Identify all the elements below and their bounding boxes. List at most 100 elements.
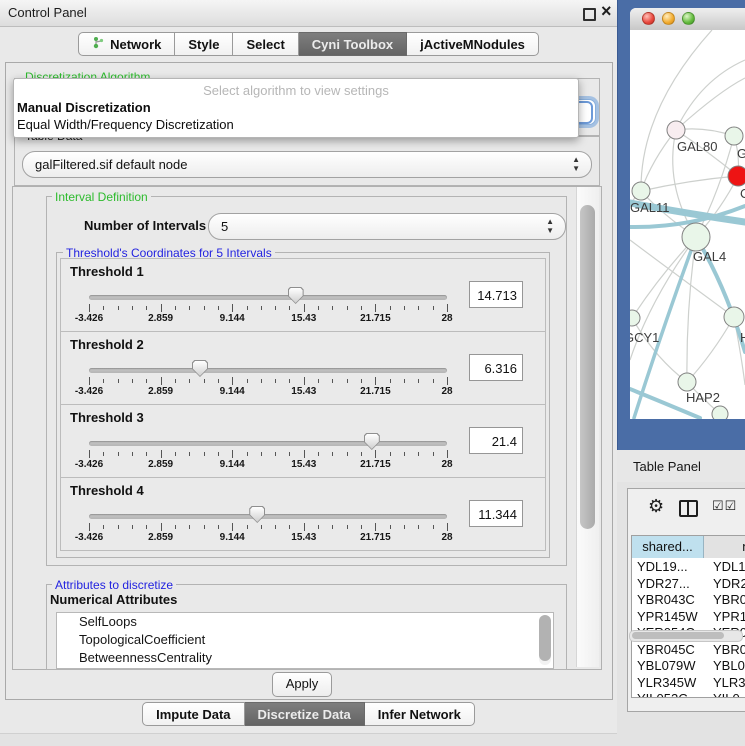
- tick-mark: [304, 377, 305, 385]
- network-window: GAL80GCGAL11GAL4GCY1HHAP2: [630, 8, 745, 419]
- tick-mark: [146, 525, 147, 529]
- tick-mark: [375, 450, 376, 458]
- table-data-combobox[interactable]: galFiltered.sif default node ▲▼: [22, 151, 592, 178]
- network-node[interactable]: [667, 121, 685, 139]
- tick-label: 28: [441, 386, 452, 397]
- tick-label: 28: [441, 532, 452, 543]
- top-tab-bar: NetworkStyleSelectCyni ToolboxjActiveMNo…: [0, 32, 617, 56]
- table-row[interactable]: YPR145WYPR1: [632, 608, 745, 625]
- table-row[interactable]: YBL079WYBL0: [632, 657, 745, 674]
- vertical-scrollbar[interactable]: [576, 187, 599, 667]
- network-node[interactable]: [724, 307, 744, 327]
- network-canvas[interactable]: GAL80GCGAL11GAL4GCY1HHAP2: [630, 30, 745, 419]
- network-edge[interactable]: [676, 60, 745, 130]
- threshold-panel: Threshold 3 -3.4262.8599.14415.4321.7152…: [60, 404, 546, 478]
- threshold-slider-track[interactable]: [89, 368, 447, 373]
- threshold-value-field[interactable]: 6.316: [469, 354, 523, 381]
- tab-jactivemnodules[interactable]: jActiveMNodules: [407, 32, 539, 56]
- float-window-icon[interactable]: [583, 8, 596, 21]
- attribute-item[interactable]: BetweennessCentrality: [57, 649, 553, 667]
- tick-mark: [218, 306, 219, 310]
- tick-mark: [118, 379, 119, 383]
- dropdown-hint: Select algorithm to view settings: [14, 83, 578, 98]
- tab-style[interactable]: Style: [175, 32, 233, 56]
- dropdown-option-equal-width[interactable]: Equal Width/Frequency Discretization: [17, 117, 575, 134]
- table-row[interactable]: YBR043CYBR0: [632, 591, 745, 608]
- tick-mark: [232, 377, 233, 385]
- tick-mark: [218, 525, 219, 529]
- threshold-slider-thumb[interactable]: [192, 360, 208, 377]
- numerical-attributes-list[interactable]: SelfLoopsTopologicalCoefficientBetweenne…: [56, 612, 554, 669]
- threshold-slider-thumb[interactable]: [288, 287, 304, 304]
- tick-mark: [332, 379, 333, 383]
- tab-infer-network[interactable]: Infer Network: [365, 702, 475, 726]
- table-row[interactable]: YBR045CYBR0: [632, 641, 745, 658]
- close-icon[interactable]: ×: [601, 1, 612, 22]
- zoom-traffic-light[interactable]: [682, 12, 695, 25]
- network-node[interactable]: [725, 127, 743, 145]
- columns-icon[interactable]: [679, 500, 698, 517]
- column-header-shared-name[interactable]: shared...: [632, 536, 704, 558]
- tab-select[interactable]: Select: [233, 32, 298, 56]
- dropdown-option-manual[interactable]: Manual Discretization: [17, 100, 575, 117]
- network-node[interactable]: [728, 166, 745, 186]
- number-of-intervals-combobox[interactable]: 5 ▲▼: [208, 213, 566, 240]
- threshold-value-field[interactable]: 21.4: [469, 427, 523, 454]
- network-node[interactable]: [632, 182, 650, 200]
- network-edge[interactable]: [687, 317, 734, 382]
- table-row[interactable]: YLR345WYLR3: [632, 674, 745, 691]
- threshold-slider-track[interactable]: [89, 295, 447, 300]
- table-row[interactable]: YDR27...YDR2: [632, 575, 745, 592]
- threshold-value-field[interactable]: 14.713: [469, 281, 523, 308]
- list-scrollbar[interactable]: [539, 615, 551, 665]
- close-traffic-light[interactable]: [642, 12, 655, 25]
- tick-mark: [304, 523, 305, 531]
- tick-mark: [447, 304, 448, 312]
- select-columns-checkboxes-icon[interactable]: ☑☑: [712, 498, 737, 514]
- network-edge[interactable]: [632, 318, 687, 382]
- horizontal-scrollbar-thumb[interactable]: [632, 632, 724, 639]
- tick-label: 15.43: [291, 313, 316, 324]
- tick-mark: [89, 450, 90, 458]
- network-node-label: GAL11: [630, 200, 670, 215]
- column-header-name[interactable]: na: [704, 536, 745, 558]
- horizontal-scrollbar[interactable]: [629, 630, 743, 642]
- network-node[interactable]: [630, 310, 640, 326]
- tick-mark: [261, 306, 262, 310]
- attribute-item[interactable]: TopologicalCoefficient: [57, 631, 553, 649]
- table-row[interactable]: YDL19...YDL1: [632, 558, 745, 575]
- network-edge[interactable]: [676, 78, 745, 130]
- threshold-slider-thumb[interactable]: [249, 506, 265, 523]
- minimize-traffic-light[interactable]: [662, 12, 675, 25]
- table-row[interactable]: YIL052CYIL0: [632, 690, 745, 698]
- network-node[interactable]: [678, 373, 696, 391]
- tick-mark: [103, 525, 104, 529]
- tab-discretize-data[interactable]: Discretize Data: [245, 702, 365, 726]
- combo-spinner-icon[interactable]: ▲▼: [546, 217, 554, 235]
- attribute-item[interactable]: SelfLoops: [57, 613, 553, 631]
- tick-label: 9.144: [220, 459, 245, 470]
- threshold-slider-track[interactable]: [89, 514, 447, 519]
- vertical-scrollbar-thumb[interactable]: [580, 205, 595, 529]
- network-edge[interactable]: [641, 176, 738, 191]
- threshold-slider-track[interactable]: [89, 441, 447, 446]
- network-graph[interactable]: GAL80GCGAL11GAL4GCY1HHAP2: [630, 30, 745, 419]
- tick-mark: [118, 525, 119, 529]
- tab-label: Discretize Data: [258, 707, 351, 722]
- network-edge[interactable]: [641, 130, 676, 191]
- slider-ticks: [89, 450, 448, 459]
- threshold-value-field[interactable]: 11.344: [469, 500, 523, 527]
- bottom-tab-bar: Impute Data Discretize Data Infer Network: [0, 702, 617, 726]
- tick-mark: [447, 377, 448, 385]
- list-scrollbar-thumb[interactable]: [539, 615, 551, 661]
- tab-cyni-toolbox[interactable]: Cyni Toolbox: [299, 32, 407, 56]
- node-table[interactable]: shared... na YDL19...YDL1YDR27...YDR2YBR…: [631, 535, 745, 698]
- combo-spinner-icon[interactable]: ▲▼: [572, 155, 580, 173]
- threshold-slider-thumb[interactable]: [364, 433, 380, 450]
- gear-icon[interactable]: ⚙: [648, 496, 664, 517]
- network-node[interactable]: [712, 406, 728, 419]
- apply-button[interactable]: Apply: [272, 672, 332, 697]
- network-node[interactable]: [682, 223, 710, 251]
- tab-impute-data[interactable]: Impute Data: [142, 702, 244, 726]
- tab-network[interactable]: Network: [78, 32, 175, 56]
